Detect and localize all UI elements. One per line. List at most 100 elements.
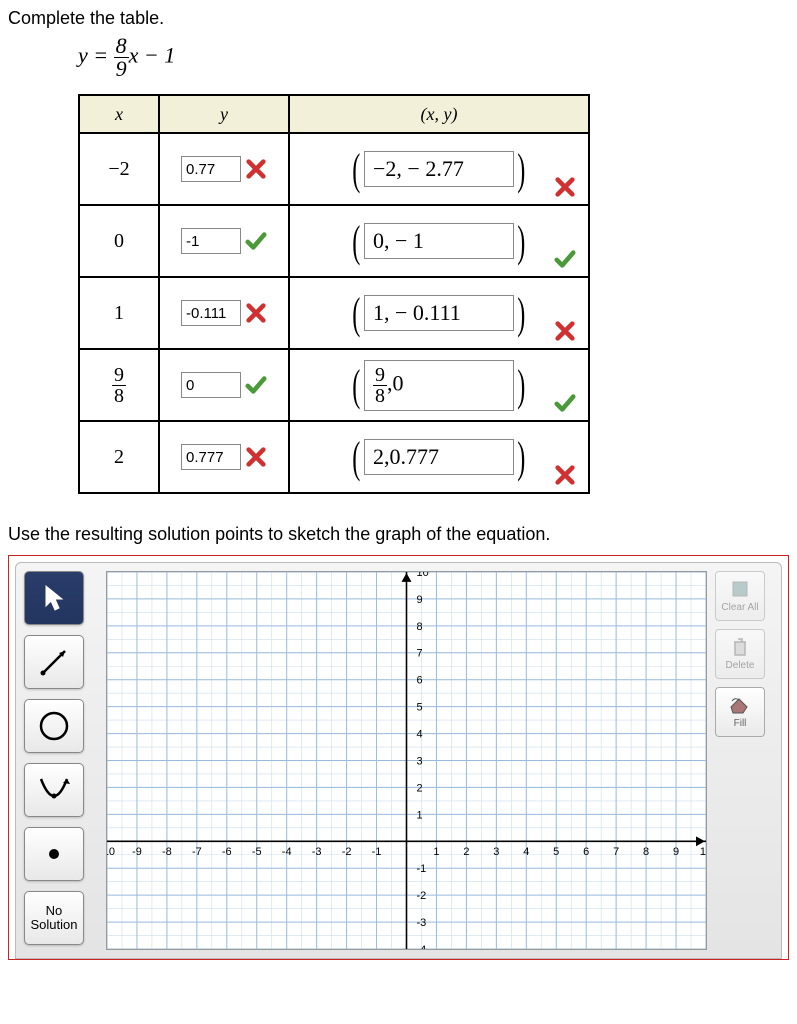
x-cell: 98 [79,349,159,421]
x-cell: 0 [79,205,159,277]
table-row: 1 (1, − 0.111) [79,277,589,349]
svg-text:10: 10 [700,846,706,858]
paren-right: ) [517,360,525,411]
y-cell [159,277,289,349]
table-row: −2 (−2, − 2.77) [79,133,589,205]
toolbar-right: Clear All Delete Fill [715,571,773,950]
svg-text:-2: -2 [416,890,426,902]
col-header-x: x [79,95,159,133]
col-header-xy: (x, y) [289,95,589,133]
svg-text:-6: -6 [222,846,232,858]
check-icon [550,391,576,414]
svg-text:-10: -10 [107,846,115,858]
x-cell: 2 [79,421,159,493]
xy-input[interactable]: 0, − 1 [364,223,514,259]
y-input[interactable] [181,444,241,470]
paren-left: ( [353,360,361,411]
svg-text:10: 10 [416,572,428,579]
tool-line[interactable] [24,635,84,689]
instruction-graph: Use the resulting solution points to ske… [8,524,789,545]
paren-right: ) [517,432,525,483]
y-input[interactable] [181,300,241,326]
y-cell [159,349,289,421]
paren-right: ) [517,288,525,339]
svg-text:5: 5 [416,702,422,714]
svg-text:-1: -1 [372,846,382,858]
svg-text:-9: -9 [132,846,142,858]
check-icon [550,247,576,270]
col-header-y: y [159,95,289,133]
prompt-text: Complete the table. [8,8,789,29]
svg-text:9: 9 [416,594,422,606]
x-icon [550,319,576,342]
xy-cell: (98,0) [289,349,589,421]
equation: y = 8 9 x − 1 [78,35,789,80]
paren-right: ) [517,216,525,267]
tool-fill[interactable]: Fill [715,687,765,737]
tool-delete: Delete [715,629,765,679]
y-cell [159,205,289,277]
paren-right: ) [517,144,525,195]
y-input[interactable] [181,156,241,182]
svg-text:3: 3 [416,755,422,767]
svg-text:9: 9 [673,846,679,858]
delete-icon [730,637,750,660]
tool-parabola[interactable] [24,763,84,817]
svg-text:6: 6 [416,675,422,687]
svg-text:3: 3 [493,846,499,858]
svg-text:-5: -5 [252,846,262,858]
xy-input[interactable]: 1, − 0.111 [364,295,514,331]
y-cell [159,133,289,205]
svg-text:8: 8 [416,621,422,633]
svg-text:2: 2 [416,782,422,794]
svg-text:2: 2 [463,846,469,858]
svg-text:4: 4 [416,729,422,741]
graph-canvas[interactable]: -10-9-8-7-6-5-4-3-2-112345678910-4-3-2-1… [106,571,707,950]
svg-text:5: 5 [553,846,559,858]
xy-cell: (0, − 1) [289,205,589,277]
svg-text:-4: -4 [282,846,292,858]
x-cell: 1 [79,277,159,349]
svg-text:-8: -8 [162,846,172,858]
tool-pointer[interactable] [24,571,84,625]
x-cell: −2 [79,133,159,205]
tool-no-solution[interactable]: NoSolution [24,891,84,945]
x-icon [241,301,267,323]
svg-text:1: 1 [416,809,422,821]
svg-text:-4: -4 [416,944,426,949]
check-icon [241,229,267,251]
xy-input[interactable]: −2, − 2.77 [364,151,514,187]
svg-text:-2: -2 [342,846,352,858]
svg-text:7: 7 [613,846,619,858]
xy-input[interactable]: 98,0 [364,360,514,411]
tool-point[interactable] [24,827,84,881]
graph-panel: NoSolution -10-9-8-7-6-5-4-3-2-112345678… [8,555,789,960]
xy-input[interactable]: 2,0.777 [364,439,514,475]
xy-cell: (−2, − 2.77) [289,133,589,205]
x-icon [241,445,267,467]
answer-table: x y (x, y) −2(−2, − 2.77)0(0, − 1)1(1, −… [78,94,590,494]
clear-all-icon [730,579,750,602]
svg-text:7: 7 [416,648,422,660]
svg-text:4: 4 [523,846,529,858]
paren-left: ( [353,144,361,195]
y-cell [159,421,289,493]
tool-circle[interactable] [24,699,84,753]
svg-text:8: 8 [643,846,649,858]
paren-left: ( [353,432,361,483]
svg-text:-1: -1 [416,863,426,875]
table-row: 0 (0, − 1) [79,205,589,277]
svg-text:6: 6 [583,846,589,858]
fill-icon [729,695,751,718]
svg-text:1: 1 [433,846,439,858]
y-input[interactable] [181,228,241,254]
svg-text:-3: -3 [312,846,322,858]
xy-cell: (1, − 0.111) [289,277,589,349]
table-row: 2 (2,0.777) [79,421,589,493]
x-icon [241,157,267,179]
y-input[interactable] [181,372,241,398]
check-icon [241,373,267,395]
tool-clear-all: Clear All [715,571,765,621]
table-row: 98 (98,0) [79,349,589,421]
paren-left: ( [353,216,361,267]
